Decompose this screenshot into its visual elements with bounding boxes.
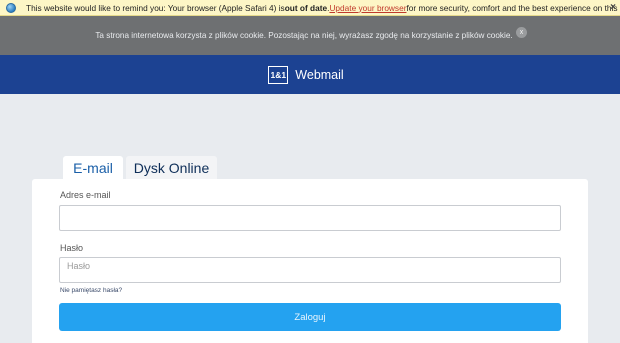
- site-header: 1&1 Webmail: [0, 55, 620, 94]
- browser-warning-suffix: for more security, comfort and the best …: [406, 2, 620, 13]
- tab-email[interactable]: E-mail: [63, 156, 123, 180]
- header-title: Webmail: [295, 67, 344, 82]
- password-field[interactable]: [59, 257, 561, 283]
- email-label: Adres e-mail: [60, 190, 111, 200]
- outdated-browser-bar: This website would like to remind you: Y…: [0, 0, 620, 16]
- browser-warning-bold: out of date: [284, 2, 328, 13]
- update-browser-link[interactable]: Update your browser: [329, 3, 406, 13]
- forgot-password-link[interactable]: Nie pamiętasz hasła?: [60, 287, 122, 294]
- login-button[interactable]: Zaloguj: [59, 303, 561, 331]
- browser-warning-prefix: This website would like to remind you: Y…: [26, 2, 285, 13]
- globe-icon: [6, 2, 16, 13]
- cookie-banner: Ta strona internetowa korzysta z plików …: [0, 16, 620, 55]
- close-icon[interactable]: ×: [610, 2, 616, 13]
- brand-logo[interactable]: 1&1: [268, 65, 289, 84]
- tab-dysk-online[interactable]: Dysk Online: [126, 156, 217, 180]
- password-label: Hasło: [60, 243, 84, 253]
- cookie-text: Ta strona internetowa korzysta z plików …: [95, 31, 513, 40]
- email-field[interactable]: [59, 205, 561, 231]
- cookie-close-icon[interactable]: x: [516, 27, 527, 38]
